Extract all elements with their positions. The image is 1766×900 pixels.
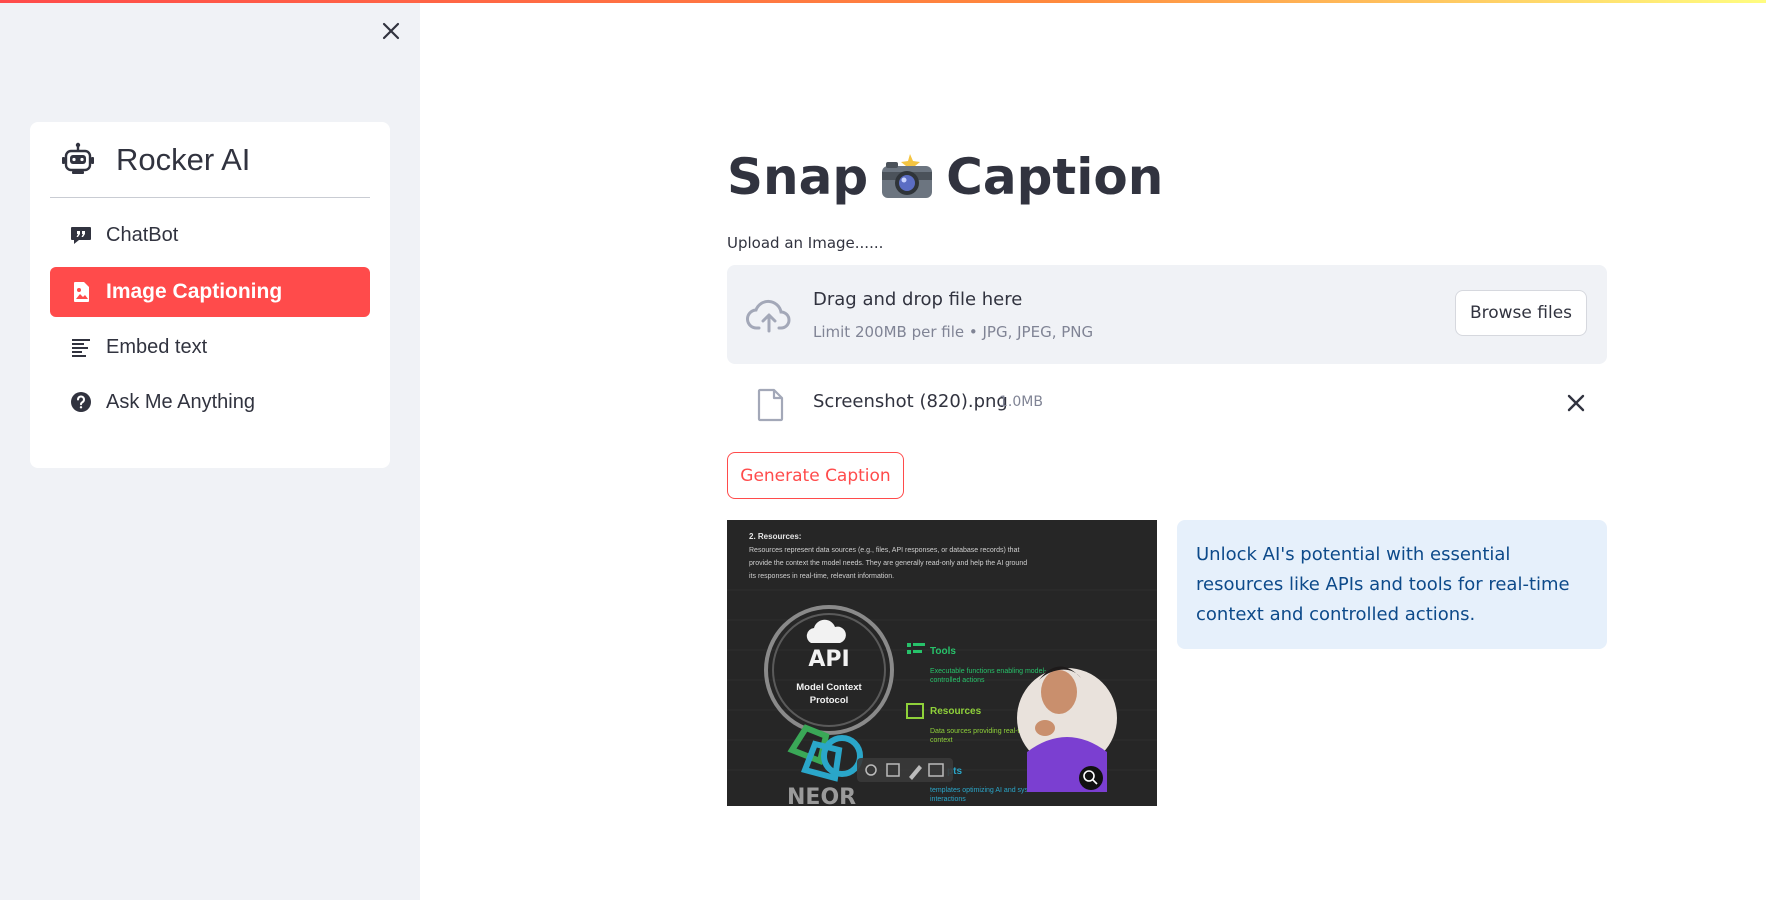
cloud-upload-icon bbox=[745, 295, 793, 335]
menu-item-chatbot[interactable]: ChatBot bbox=[50, 210, 370, 260]
generate-caption-button[interactable]: Generate Caption bbox=[727, 452, 904, 499]
sidebar: Rocker AI ChatBot Image Captioning Embed… bbox=[0, 0, 420, 900]
file-dropzone[interactable]: Drag and drop file here Limit 200MB per … bbox=[727, 265, 1607, 364]
menu-item-label: Ask Me Anything bbox=[106, 390, 255, 413]
svg-text:Resources: Resources bbox=[930, 706, 982, 717]
svg-text:context: context bbox=[930, 737, 953, 744]
menu-item-label: Image Captioning bbox=[106, 280, 283, 303]
top-decoration-bar bbox=[0, 0, 1766, 3]
dropzone-title: Drag and drop file here bbox=[813, 289, 1023, 310]
file-name: Screenshot (820).png bbox=[813, 391, 1008, 412]
browse-files-button[interactable]: Browse files bbox=[1455, 290, 1587, 336]
preview-body-line: provide the context the model needs. The… bbox=[749, 560, 1027, 567]
menu-item-embed-text[interactable]: Embed text bbox=[50, 322, 370, 372]
svg-text:templates optimizing AI and sy: templates optimizing AI and system bbox=[930, 787, 1040, 794]
protocol-label: Protocol bbox=[810, 695, 849, 706]
dropzone-limit: Limit 200MB per file • JPG, JPEG, PNG bbox=[813, 323, 1094, 341]
protocol-label: Model Context bbox=[796, 682, 862, 693]
option-menu: Rocker AI ChatBot Image Captioning Embed… bbox=[30, 122, 390, 468]
sidebar-close-icon[interactable] bbox=[378, 18, 404, 44]
presenter-webcam bbox=[1017, 666, 1117, 792]
svg-text:Executable functions enabling: Executable functions enabling model- bbox=[930, 668, 1047, 675]
svg-text:Tools: Tools bbox=[930, 646, 956, 657]
camera-flash-icon bbox=[878, 152, 936, 202]
title-text-left: Snap bbox=[727, 148, 869, 206]
question-circle-icon bbox=[70, 391, 92, 413]
chat-quote-icon bbox=[70, 224, 92, 246]
app-title: Rocker AI bbox=[116, 141, 251, 177]
preview-heading: 2. Resources: bbox=[749, 532, 801, 541]
menu-item-image-captioning[interactable]: Image Captioning bbox=[50, 267, 370, 317]
menu-header: Rocker AI bbox=[50, 122, 370, 198]
file-image-icon bbox=[70, 281, 92, 303]
text-paragraph-icon bbox=[70, 336, 92, 358]
menu-item-label: ChatBot bbox=[106, 223, 179, 246]
menu-item-label: Embed text bbox=[106, 335, 208, 358]
menu-item-ask-me-anything[interactable]: Ask Me Anything bbox=[50, 377, 370, 427]
api-label: API bbox=[808, 647, 849, 672]
page-title: Snap Caption bbox=[727, 142, 1163, 212]
robot-icon bbox=[58, 140, 98, 180]
generated-caption-text: Unlock AI's potential with essential res… bbox=[1196, 544, 1570, 625]
remove-file-icon[interactable] bbox=[1565, 392, 1587, 414]
svg-text:interactions: interactions bbox=[930, 796, 966, 803]
image-toolbar bbox=[857, 758, 953, 782]
svg-text:controlled actions: controlled actions bbox=[930, 677, 985, 684]
file-size: 1.0MB bbox=[999, 394, 1043, 410]
generated-caption-box: Unlock AI's potential with essential res… bbox=[1177, 520, 1607, 649]
upload-label: Upload an Image...... bbox=[727, 234, 884, 252]
preview-body-line: its responses in real-time, relevant inf… bbox=[749, 573, 894, 580]
uploaded-file: Screenshot (820).png 1.0MB bbox=[727, 380, 1607, 424]
title-text-right: Caption bbox=[946, 148, 1164, 206]
svg-text:NEOR: NEOR bbox=[787, 785, 856, 806]
uploaded-image-preview: 2. Resources: Resources represent data s… bbox=[727, 520, 1157, 806]
preview-body-line: Resources represent data sources (e.g., … bbox=[749, 547, 1019, 554]
file-icon bbox=[757, 388, 785, 422]
